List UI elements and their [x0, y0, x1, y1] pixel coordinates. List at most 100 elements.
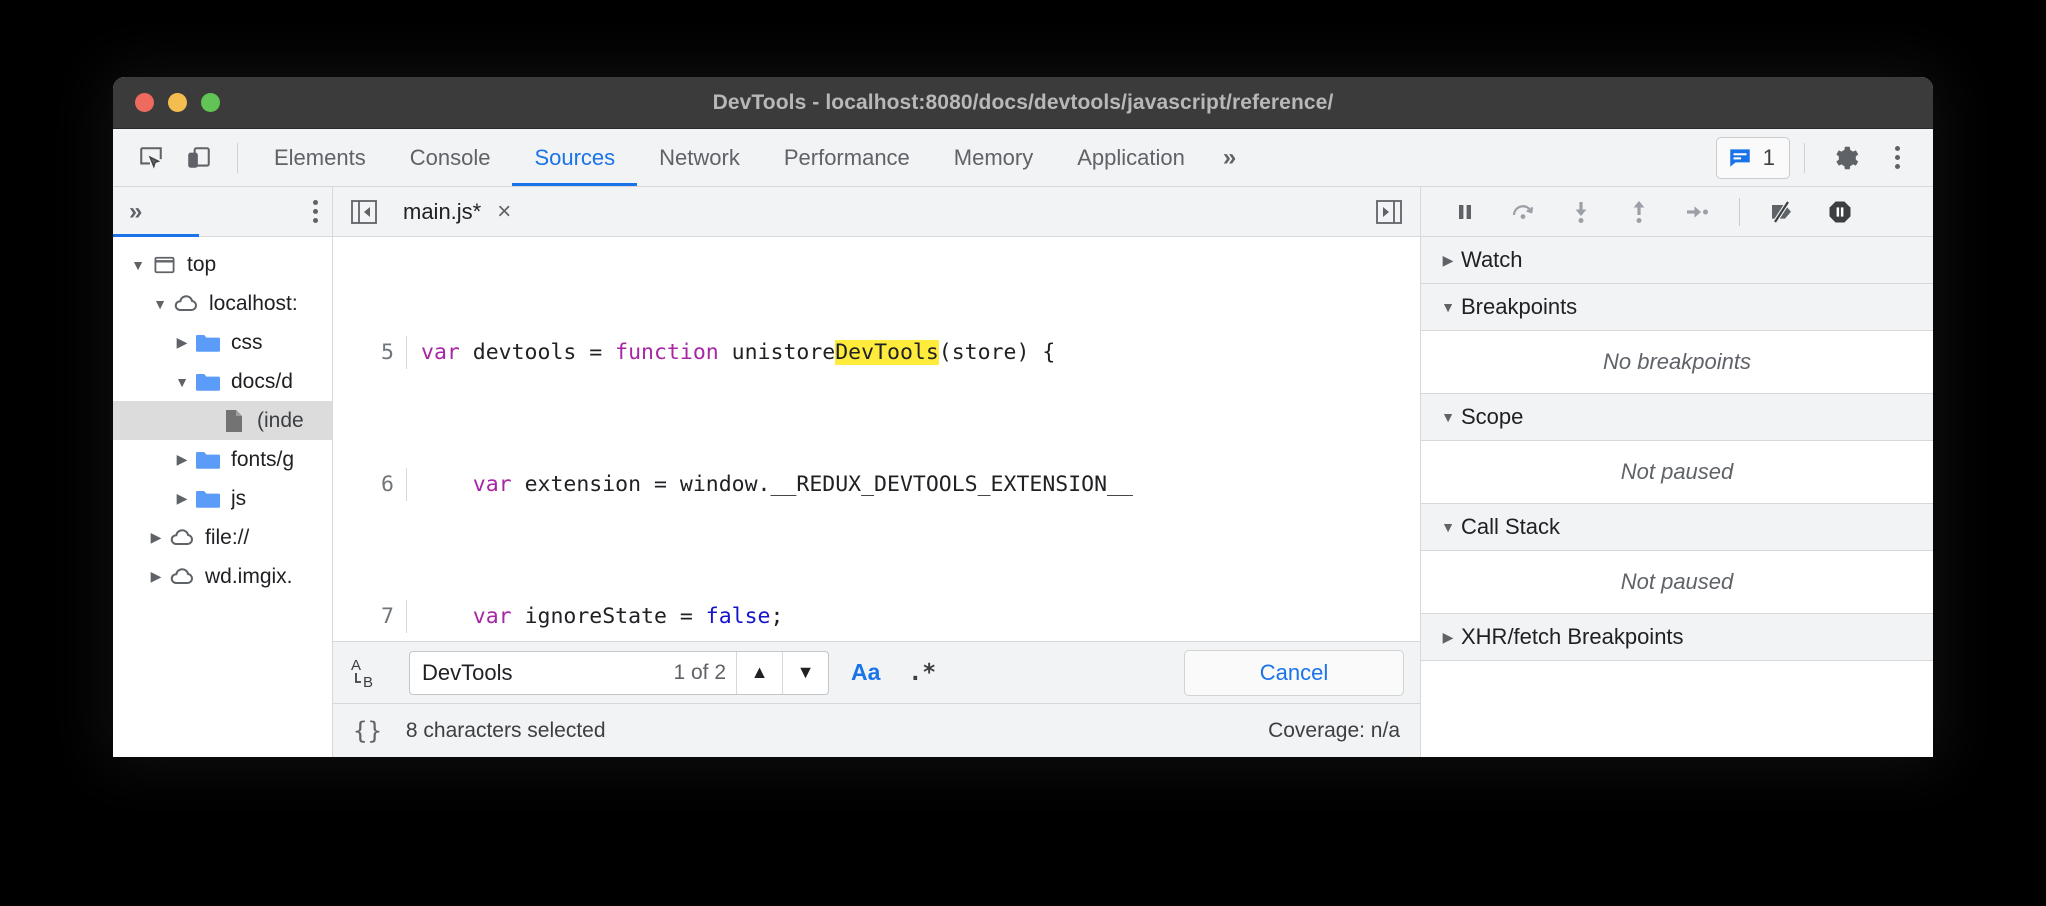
- folder-icon: [193, 372, 223, 392]
- kebab-menu-icon[interactable]: [1871, 136, 1923, 180]
- chevron-right-icon[interactable]: ▶: [171, 451, 193, 468]
- tree-item-label: file://: [205, 526, 249, 550]
- minimize-button[interactable]: [168, 93, 187, 112]
- tab-network[interactable]: Network: [637, 129, 762, 186]
- devtools-main-toolbar: Elements Console Sources Network Perform…: [113, 129, 1933, 187]
- chevron-down-icon[interactable]: ▼: [1435, 519, 1461, 535]
- tab-performance[interactable]: Performance: [762, 129, 932, 186]
- step-into-next-function-call-icon[interactable]: [1555, 191, 1607, 233]
- tab-sources[interactable]: Sources: [512, 129, 637, 186]
- console-message-count: 1: [1763, 145, 1775, 171]
- tree-item-top[interactable]: ▼ top: [113, 245, 332, 284]
- close-button[interactable]: [135, 93, 154, 112]
- chevron-right-icon[interactable]: ▶: [145, 529, 167, 546]
- step-over-next-function-call-icon[interactable]: [1497, 191, 1549, 233]
- tab-memory[interactable]: Memory: [932, 129, 1055, 186]
- tree-item-label: docs/d: [231, 370, 293, 394]
- debugger-section-scope[interactable]: ▼ Scope: [1421, 394, 1933, 441]
- token-text: devtools =: [473, 340, 615, 365]
- token-keyword: var: [421, 340, 473, 365]
- debugger-section-breakpoints[interactable]: ▼ Breakpoints: [1421, 284, 1933, 331]
- pretty-print-icon[interactable]: {}: [353, 717, 382, 745]
- chevron-down-icon[interactable]: ▼: [127, 257, 149, 273]
- regex-toggle[interactable]: .*: [902, 660, 942, 686]
- code-line: 5 var devtools = function unistoreDevToo…: [333, 336, 1420, 369]
- cloud-icon: [167, 567, 197, 586]
- debugger-section-call-stack[interactable]: ▼ Call Stack: [1421, 504, 1933, 551]
- tab-application[interactable]: Application: [1055, 129, 1207, 186]
- chevron-down-icon[interactable]: ▼: [171, 374, 193, 390]
- folder-icon: [193, 450, 223, 470]
- token-keyword: var: [473, 604, 525, 629]
- chevron-down-icon[interactable]: ▼: [149, 296, 171, 312]
- chevron-right-icon[interactable]: ▶: [171, 490, 193, 507]
- search-next-button[interactable]: ▼: [782, 652, 828, 694]
- toolbar-divider: [237, 143, 238, 173]
- show-navigator-icon[interactable]: [347, 197, 381, 227]
- pause-on-exceptions-icon[interactable]: [1814, 191, 1866, 233]
- navigator-kebab-menu-icon[interactable]: [313, 200, 318, 223]
- tree-item-js[interactable]: ▶ js: [113, 479, 332, 518]
- section-title: Scope: [1461, 404, 1523, 430]
- zoom-button[interactable]: [201, 93, 220, 112]
- debugger-section-xhr-breakpoints[interactable]: ▶ XHR/fetch Breakpoints: [1421, 614, 1933, 661]
- console-message-badge[interactable]: 1: [1716, 137, 1790, 179]
- tree-item-index[interactable]: ▶ (inde: [113, 401, 332, 440]
- editor-file-name: main.js*: [403, 199, 481, 225]
- tree-item-css[interactable]: ▶ css: [113, 323, 332, 362]
- section-title: Call Stack: [1461, 514, 1560, 540]
- tab-console[interactable]: Console: [388, 129, 513, 186]
- chevron-right-icon[interactable]: ▶: [145, 568, 167, 585]
- close-icon[interactable]: ×: [497, 198, 511, 226]
- token-keyword: var: [473, 472, 525, 497]
- tab-label: Elements: [274, 145, 366, 171]
- match-case-toggle[interactable]: Aa: [845, 659, 886, 686]
- navigator-more-tabs-icon[interactable]: »: [129, 198, 142, 226]
- cancel-button[interactable]: Cancel: [1184, 650, 1404, 696]
- tree-item-label: localhost:: [209, 292, 298, 316]
- chevron-down-icon[interactable]: ▼: [1435, 299, 1461, 315]
- debugger-section-watch[interactable]: ▶ Watch: [1421, 237, 1933, 284]
- gear-icon[interactable]: [1819, 136, 1871, 180]
- breakpoints-empty-message: No breakpoints: [1421, 331, 1933, 394]
- tree-item-file-protocol[interactable]: ▶ file://: [113, 518, 332, 557]
- editor-file-tab[interactable]: main.js* ×: [403, 198, 511, 226]
- show-debugger-icon[interactable]: [1372, 197, 1406, 227]
- editor-pane: main.js* × 5 var: [333, 187, 1421, 757]
- tree-item-docs[interactable]: ▼ docs/d: [113, 362, 332, 401]
- chevron-right-icon[interactable]: ▶: [171, 334, 193, 351]
- tab-label: Sources: [534, 145, 615, 171]
- tree-item-localhost[interactable]: ▼ localhost:: [113, 284, 332, 323]
- code-editor[interactable]: 5 var devtools = function unistoreDevToo…: [333, 237, 1420, 641]
- chevron-down-icon[interactable]: ▼: [1435, 409, 1461, 425]
- step-icon[interactable]: [1671, 191, 1723, 233]
- file-tree: ▼ top ▼ localhost: ▶: [113, 237, 332, 757]
- line-number: 5: [333, 336, 407, 369]
- search-field[interactable]: DevTools 1 of 2 ▲ ▼: [409, 651, 829, 695]
- chevron-right-icon[interactable]: ▶: [1435, 629, 1461, 646]
- line-number: 7: [333, 600, 407, 633]
- search-input[interactable]: DevTools: [410, 660, 673, 686]
- chevron-right-icon[interactable]: ▶: [1435, 252, 1461, 269]
- device-toolbar-icon[interactable]: [175, 136, 223, 180]
- inspect-element-icon[interactable]: [127, 136, 175, 180]
- panel-tabs: Elements Console Sources Network Perform…: [252, 129, 1207, 186]
- scope-empty-message: Not paused: [1421, 441, 1933, 504]
- deactivate-breakpoints-icon[interactable]: [1756, 191, 1808, 233]
- tab-elements[interactable]: Elements: [252, 129, 388, 186]
- svg-text:B: B: [363, 674, 373, 691]
- tab-label: Performance: [784, 145, 910, 171]
- tree-item-wd-imgix[interactable]: ▶ wd.imgix.: [113, 557, 332, 596]
- more-tabs-icon[interactable]: »: [1207, 144, 1252, 172]
- token-text: ignoreState =: [525, 604, 706, 629]
- editor-status-bar: {} 8 characters selected Coverage: n/a: [333, 703, 1420, 757]
- frame-icon: [149, 255, 179, 275]
- tree-item-fonts[interactable]: ▶ fonts/g: [113, 440, 332, 479]
- pause-script-execution-icon[interactable]: [1439, 191, 1491, 233]
- selection-status-text: 8 characters selected: [406, 719, 606, 743]
- code-line: 6 var extension = window.__REDUX_DEVTOOL…: [333, 468, 1420, 501]
- step-out-of-current-function-icon[interactable]: [1613, 191, 1665, 233]
- search-prev-button[interactable]: ▲: [736, 652, 782, 694]
- line-content: var ignoreState = false;: [407, 600, 783, 633]
- replace-ab-icon[interactable]: A B: [349, 655, 393, 691]
